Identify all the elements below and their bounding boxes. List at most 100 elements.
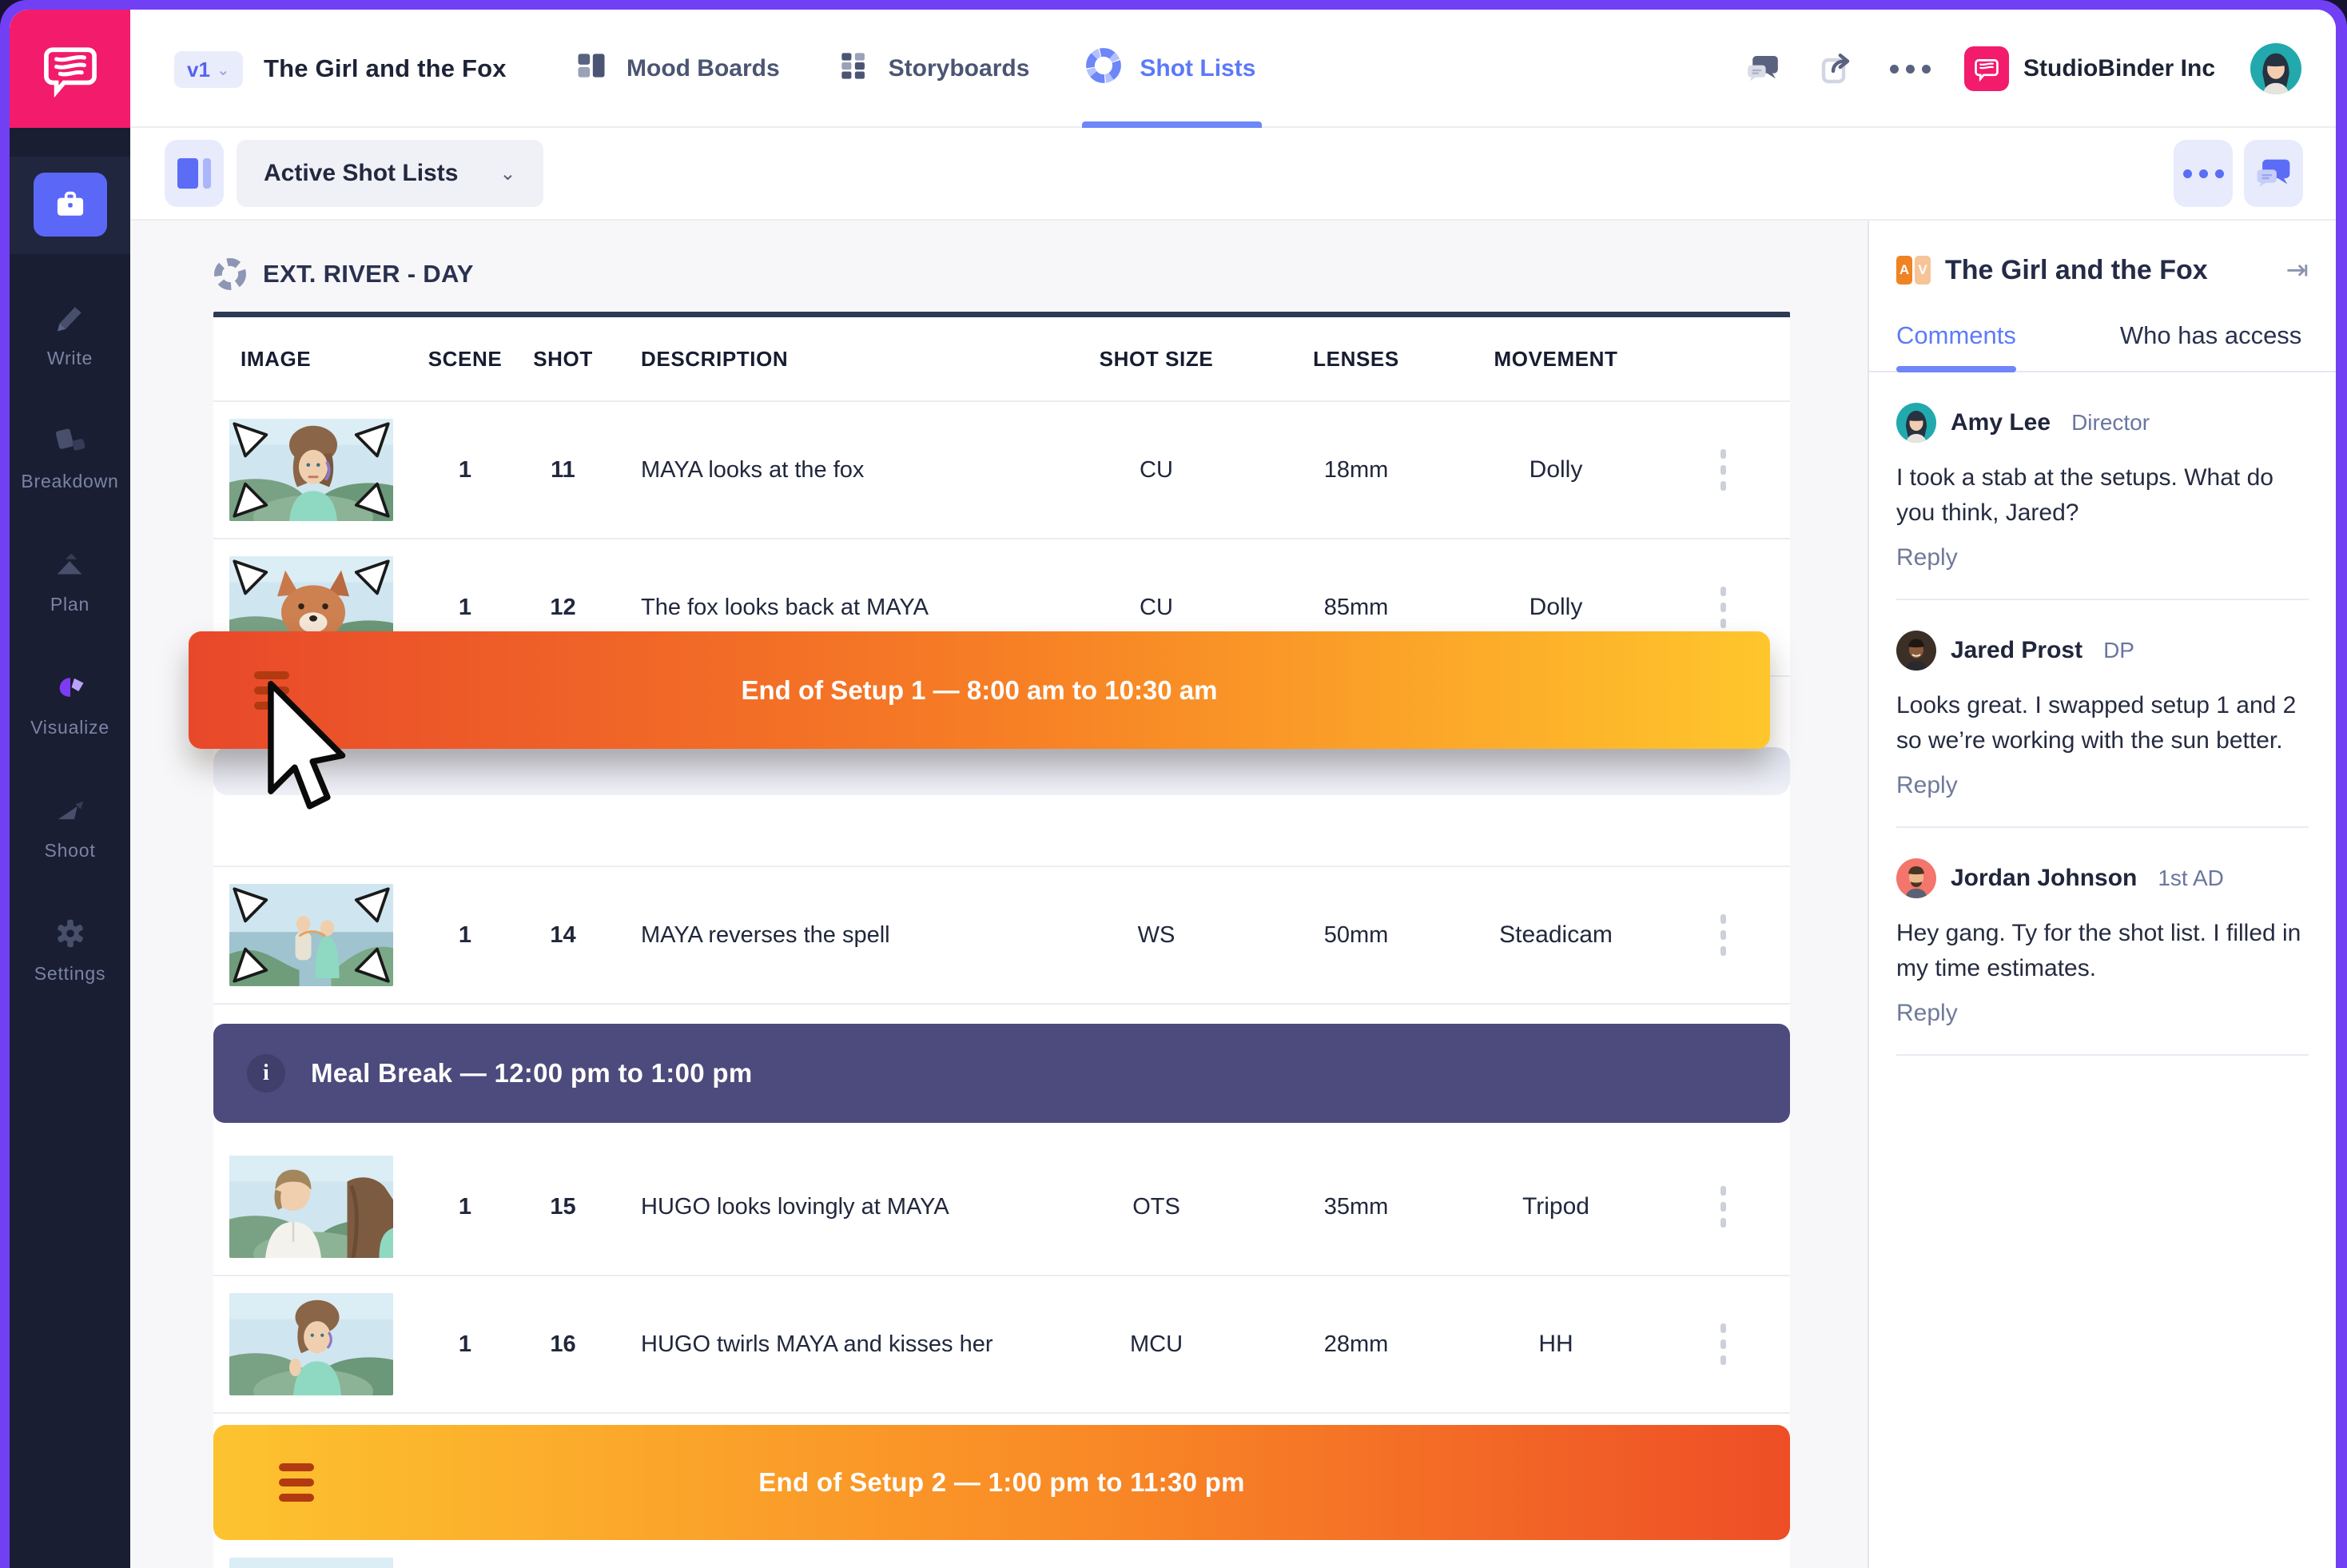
shot-row: 115HUGO looks lovingly at MAYAOTS35mmTri… [213, 1139, 1790, 1276]
write-icon [52, 300, 89, 340]
layout-columns-icon [177, 158, 211, 189]
version-dropdown[interactable]: v1 ⌄ [174, 51, 243, 88]
scene-heading-label: EXT. RIVER - DAY [263, 260, 474, 289]
collapse-panel-icon[interactable]: ⇥ [2286, 254, 2309, 286]
lens-cell[interactable]: 18mm [1256, 457, 1456, 484]
shot-thumbnail[interactable] [229, 1293, 393, 1395]
scene-cell[interactable]: 1 [413, 595, 517, 621]
comment-header: Amy LeeDirector [1896, 403, 2309, 443]
shot-thumbnail[interactable] [229, 419, 393, 521]
scene-cell[interactable]: 1 [413, 922, 517, 949]
chevron-down-icon: ⌄ [217, 60, 230, 80]
user-avatar[interactable] [2250, 43, 2301, 94]
tab-mood-boards[interactable]: Mood Boards [574, 10, 780, 128]
shot-list-view-dropdown[interactable]: Active Shot Lists ⌄ [237, 140, 543, 207]
description-cell[interactable]: The fox looks back at MAYA [609, 595, 1056, 621]
meal-break-banner[interactable]: iMeal Break — 12:00 pm to 1:00 pm [213, 1024, 1790, 1123]
row-menu-handle[interactable] [1656, 449, 1790, 491]
shot-size-cell[interactable]: CU [1056, 595, 1256, 621]
setup-2-banner[interactable]: End of Setup 2 — 1:00 pm to 11:30 pm [213, 1425, 1790, 1540]
description-cell[interactable]: MAYA reverses the spell [609, 922, 1056, 949]
description-cell[interactable]: MAYA looks at the fox [609, 457, 1056, 484]
description-cell[interactable]: HUGO twirls MAYA and kisses her [609, 1331, 1056, 1358]
project-title: The Girl and the Fox [264, 10, 507, 128]
shot-size-cell[interactable]: MCU [1056, 1331, 1256, 1358]
reply-link[interactable]: Reply [1896, 1000, 2309, 1027]
setup-1-banner[interactable]: End of Setup 1 — 8:00 am to 10:30 am [189, 631, 1770, 749]
workspace-switcher[interactable]: StudioBinder Inc [1964, 46, 2215, 91]
comments-list: Amy LeeDirector I took a stab at the setu… [1869, 372, 2336, 1056]
lens-cell[interactable]: 50mm [1256, 922, 1456, 949]
sidebar-item-shoot[interactable]: Shoot [10, 790, 130, 863]
row-menu-handle[interactable] [1656, 1186, 1790, 1228]
shot-size-cell[interactable]: OTS [1056, 1194, 1256, 1220]
scene-heading: EXT. RIVER - DAY [213, 251, 1790, 297]
row-menu-handle[interactable] [1656, 914, 1790, 956]
shot-cell[interactable]: 14 [517, 922, 609, 949]
shot-thumbnail[interactable] [229, 1156, 393, 1258]
comment-text: I took a stab at the setups. What do you… [1896, 460, 2309, 530]
share-icon [1817, 48, 1856, 90]
ellipsis-icon [2183, 169, 2224, 178]
avatar [1896, 858, 1936, 898]
table-column-headers: IMAGE SCENE SHOT DESCRIPTION SHOT SIZE L… [213, 317, 1790, 402]
description-cell[interactable]: HUGO looks lovingly at MAYA [609, 1194, 1056, 1220]
shot-thumbnail[interactable] [229, 1558, 393, 1568]
shot-cell[interactable]: 11 [517, 457, 609, 484]
dragged-setup-banner-wrap: End of Setup 1 — 8:00 am to 10:30 am [189, 631, 1770, 749]
scene-cell[interactable]: 1 [413, 1331, 517, 1358]
row-menu-handle[interactable] [1656, 587, 1790, 628]
tab-storyboards[interactable]: Storyboards [836, 10, 1030, 128]
movement-cell[interactable]: HH [1456, 1331, 1656, 1358]
shot-cell[interactable]: 16 [517, 1331, 609, 1358]
mood-boards-icon [574, 48, 609, 90]
comments-toggle-button[interactable] [1744, 50, 1782, 88]
movement-cell[interactable]: Dolly [1456, 594, 1656, 621]
scene-cell[interactable]: 1 [413, 457, 517, 484]
tab-who-has-access[interactable]: Who has access [2120, 321, 2301, 371]
shot-list-sheet: EXT. RIVER - DAY IMAGE SCENE SHOT DESCRI… [213, 251, 1790, 1568]
lens-cell[interactable]: 85mm [1256, 595, 1456, 621]
lens-cell[interactable]: 35mm [1256, 1194, 1456, 1220]
aperture-icon [213, 257, 247, 291]
shot-size-cell[interactable]: WS [1056, 922, 1256, 949]
studiobinder-logo[interactable] [10, 10, 130, 128]
comments-panel: AV The Girl and the Fox ⇥ Comments Who h… [1868, 221, 2336, 1568]
movement-cell[interactable]: Dolly [1456, 456, 1656, 484]
board-layout-button[interactable] [165, 140, 224, 207]
scene-cell[interactable]: 1 [413, 1194, 517, 1220]
sidebar-item-plan[interactable]: Plan [10, 543, 130, 617]
more-options-button[interactable] [1891, 50, 1929, 88]
list-options-button[interactable] [2174, 140, 2233, 207]
top-header: v1 ⌄ The Girl and the Fox Mood Boards Sto… [10, 10, 2336, 128]
open-comments-button[interactable] [2244, 140, 2303, 207]
movement-cell[interactable]: Tripod [1456, 1193, 1656, 1220]
lens-cell[interactable]: 28mm [1256, 1331, 1456, 1358]
reply-link[interactable]: Reply [1896, 772, 2309, 799]
sidebar-item-settings[interactable]: Settings [10, 913, 130, 986]
tab-shot-lists[interactable]: Shot Lists [1085, 10, 1255, 128]
drag-handle-icon[interactable] [279, 1463, 314, 1502]
header-actions: StudioBinder Inc [1744, 10, 2301, 128]
sidebar-item-label: Plan [50, 594, 90, 615]
column-shot-size: SHOT SIZE [1056, 347, 1256, 372]
shot-thumbnail[interactable] [229, 884, 393, 986]
sidebar-item-write[interactable]: Write [10, 297, 130, 371]
reply-link[interactable]: Reply [1896, 544, 2309, 571]
shot-cell[interactable]: 12 [517, 595, 609, 621]
comment-author: Jordan Johnson [1951, 865, 2137, 892]
sidebar-item-breakdown[interactable]: Breakdown [10, 420, 130, 494]
column-scene: SCENE [413, 347, 517, 372]
column-description: DESCRIPTION [609, 347, 1056, 372]
share-button[interactable] [1817, 50, 1856, 88]
movement-cell[interactable]: Steadicam [1456, 921, 1656, 949]
sidebar-item-projects[interactable] [34, 173, 107, 237]
speech-bubble-logo-icon [40, 38, 101, 99]
shot-size-cell[interactable]: CU [1056, 457, 1256, 484]
shot-row: 111MAYA looks at the foxCU18mmDolly [213, 402, 1790, 539]
shot-cell[interactable]: 15 [517, 1194, 609, 1220]
tab-comments[interactable]: Comments [1896, 321, 2016, 371]
sidebar-item-visualize[interactable]: Visualize [10, 667, 130, 740]
row-menu-handle[interactable] [1656, 1323, 1790, 1365]
sidebar-item-label: Breakdown [21, 471, 118, 492]
